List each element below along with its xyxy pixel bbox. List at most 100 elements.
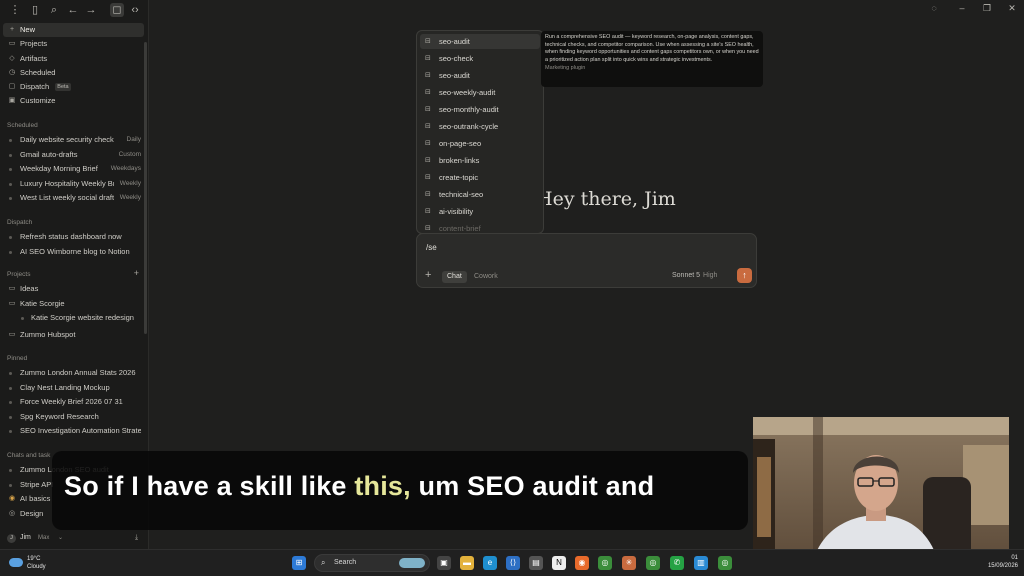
skill-icon: ⊟ (425, 208, 431, 215)
taskbar-search[interactable]: ⌕ Search (314, 554, 430, 572)
sidebar-toolbar: ⋮ ▯ ⌕ ← → ◻ ‹› (0, 0, 149, 20)
dispatch-item[interactable]: Refresh status dashboard now (3, 230, 144, 245)
skill-option-content-brief[interactable]: ⊟ content-brief (420, 221, 540, 233)
scheduled-item[interactable]: Luxury Hospitality Weekly Br Weekly (3, 177, 144, 192)
status-dot (9, 197, 12, 201)
scheduled-item[interactable]: Daily website security check Daily (3, 133, 144, 148)
pinned-list: Zummo London Annual Stats 2026 Clay Nest… (3, 366, 144, 439)
scheduled-item[interactable]: Gmail auto-drafts Custom (3, 148, 144, 163)
whatsapp-icon[interactable]: ✆ (670, 556, 684, 570)
code-mode-icon[interactable]: ‹› (128, 3, 142, 17)
nav-dispatch[interactable]: ▢ Dispatch Beta (3, 80, 144, 94)
skill-icon: ⊟ (425, 106, 431, 113)
user-menu[interactable]: J Jim Max ⌄ ⤓ (5, 532, 145, 544)
project-item[interactable]: ▭ Zummo Hubspot (3, 328, 144, 343)
restore-icon[interactable]: ❐ (981, 3, 993, 14)
forward-arrow-icon[interactable]: → (84, 3, 98, 17)
project-item[interactable]: ▭ Katie Scorgie (3, 297, 144, 312)
nav-customize[interactable]: ▣ Customize (3, 94, 144, 108)
skill-option-seo-weekly-audit[interactable]: ⊟ seo-weekly-audit (420, 85, 540, 100)
skill-option-create-topic[interactable]: ⊟ create-topic (420, 170, 540, 185)
sidebar-toggle-icon[interactable]: ▯ (28, 3, 42, 17)
avatar: J (7, 534, 16, 543)
clock-time: 01 (1011, 555, 1018, 561)
status-dot (9, 236, 12, 239)
download-icon[interactable]: ⤓ (135, 532, 138, 544)
skill-source: Marketing plugin (545, 65, 586, 72)
skill-tooltip: Run a comprehensive SEO audit — keyword … (541, 31, 763, 87)
chrome-alt-icon[interactable]: ◎ (718, 556, 732, 570)
system-clock[interactable]: 01 15/09/2026 (988, 554, 1018, 570)
search-icon[interactable]: ⌕ (47, 3, 61, 17)
primary-nav: + New ▭ Projects ◇ Artifacts ◷ Scheduled… (3, 23, 144, 109)
vscode-icon[interactable]: ⟨⟩ (506, 556, 520, 570)
edge-icon[interactable]: e (483, 556, 497, 570)
nav-artifacts[interactable]: ◇ Artifacts (3, 52, 144, 66)
skill-icon: ⊟ (425, 191, 431, 198)
webcam-overlay (753, 417, 1009, 561)
effort-level: High (703, 272, 718, 279)
skill-option-seo-outrank-cycle[interactable]: ⊟ seo-outrank-cycle (420, 119, 540, 134)
skill-description: Run a comprehensive SEO audit — keyword … (545, 34, 759, 63)
model-selector[interactable]: Sonnet 5 High (672, 272, 717, 279)
project-item[interactable]: ▭ Ideas (3, 282, 144, 297)
chat-mode-icon[interactable]: ◻ (110, 3, 124, 17)
chat-mode-tab[interactable]: Chat (442, 271, 467, 283)
status-dot (9, 469, 12, 472)
skill-option-seo-audit[interactable]: ⊟ seo-audit (420, 34, 540, 49)
status-dot (9, 153, 12, 157)
artifact-icon: ◇ (9, 54, 15, 62)
skill-option-technical-seo[interactable]: ⊟ technical-seo (420, 187, 540, 202)
pinned-section-label: Pinned (7, 355, 28, 362)
chat-composer[interactable]: /se + Chat Cowork Sonnet 5 High ↑ (416, 233, 757, 288)
chat-input[interactable]: /se (426, 243, 437, 252)
pinned-item[interactable]: SEO Investigation Automation Strategy (3, 424, 144, 439)
nav-projects[interactable]: ▭ Projects (3, 37, 144, 51)
scheduled-item[interactable]: Weekday Morning Brief Weekdays (3, 162, 144, 177)
project-item[interactable]: Katie Scorgie website redesign (3, 311, 144, 326)
skill-option-seo-audit-2[interactable]: ⊟ seo-audit (420, 68, 540, 83)
sidebar-scrollbar[interactable] (144, 42, 147, 334)
dispatch-item[interactable]: AI SEO Wimborne blog to Notion (3, 245, 144, 260)
notion-icon[interactable]: N (552, 556, 566, 570)
search-label: Search (334, 559, 357, 566)
menu-icon[interactable]: ⋮ (8, 3, 22, 17)
skill-option-on-page-seo[interactable]: ⊟ on-page-seo (420, 136, 540, 151)
chrome-profile-icon[interactable]: ◎ (646, 556, 660, 570)
scheduled-item[interactable]: West List weekly social drafts Weekly (3, 191, 144, 206)
folder-icon: ▭ (8, 285, 16, 292)
windows-start-icon[interactable]: ⊞ (292, 556, 306, 570)
nav-new-chat[interactable]: + New (3, 23, 144, 37)
claude-icon[interactable]: ✳ (622, 556, 636, 570)
nav-scheduled[interactable]: ◷ Scheduled (3, 66, 144, 80)
close-icon[interactable]: ✕ (1006, 3, 1018, 14)
plus-icon: + (9, 26, 15, 33)
pinned-item[interactable]: Force Weekly Brief 2026 07 31 (3, 395, 144, 410)
notepad-icon[interactable]: ▥ (694, 556, 708, 570)
minimize-icon[interactable]: – (956, 3, 968, 13)
caption-line: So if I have a skill like this, um SEO a… (64, 471, 655, 501)
pinned-item[interactable]: Clay Nest Landing Mockup (3, 381, 144, 396)
pinned-item[interactable]: Spg Keyword Research (3, 410, 144, 425)
file-explorer-icon[interactable]: ▬ (460, 556, 474, 570)
task-view-icon[interactable]: ▣ (437, 556, 451, 570)
search-icon: ⌕ (321, 558, 326, 567)
store-icon[interactable]: ▤ (529, 556, 543, 570)
add-attachment-button[interactable]: + (425, 269, 431, 281)
add-project-button[interactable]: + (134, 268, 139, 278)
skill-option-seo-monthly-audit[interactable]: ⊟ seo-monthly-audit (420, 102, 540, 117)
skill-icon: ⊟ (425, 123, 431, 130)
send-button[interactable]: ↑ (737, 268, 752, 283)
webcam-person-image (753, 417, 1009, 561)
cowork-mode-tab[interactable]: Cowork (469, 271, 503, 283)
status-dot (9, 386, 12, 390)
ghost-icon[interactable]: ◌ (928, 3, 940, 13)
skill-option-seo-check[interactable]: ⊟ seo-check (420, 51, 540, 66)
skill-option-ai-visibility[interactable]: ⊟ ai-visibility (420, 204, 540, 219)
skill-option-broken-links[interactable]: ⊟ broken-links (420, 153, 540, 168)
scheduled-list: Daily website security check Daily Gmail … (3, 133, 144, 206)
chrome-icon[interactable]: ◎ (598, 556, 612, 570)
back-arrow-icon[interactable]: ← (66, 3, 80, 17)
pinned-item[interactable]: Zummo London Annual Stats 2026 (3, 366, 144, 381)
rss-icon[interactable]: ◉ (575, 556, 589, 570)
